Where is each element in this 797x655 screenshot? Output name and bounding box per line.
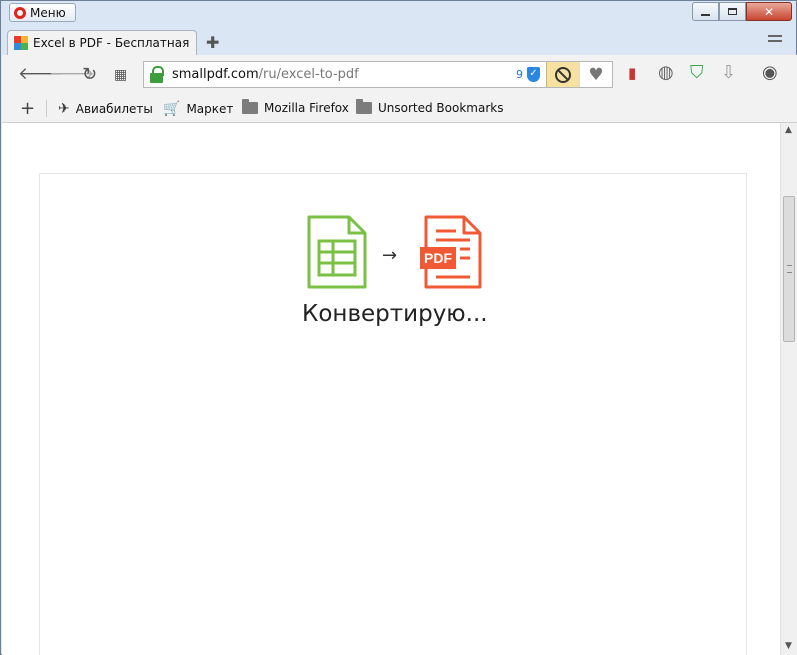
scroll-down-arrow-icon[interactable]: ▼ [785,641,792,651]
speed-dial-grid-icon[interactable]: ▦ [114,68,127,82]
bookmarks-separator [46,100,47,117]
navigation-toolbar: 🡐 🡒 ↻ ▦ smallpdf.com/ru/excel-to-pdf 9 ✓… [2,55,797,95]
folder-icon [356,99,372,114]
vertical-scrollbar[interactable]: ▲ ▼ [780,123,797,655]
bookmark-label: Unsorted Bookmarks [378,101,504,115]
tab-strip: Excel в PDF - Бесплатная ✚ [1,29,797,55]
right-arrow-icon: → [382,245,398,266]
bookmark-aviabilety[interactable]: ✈ Авиабилеты [58,101,153,117]
minimize-icon [701,13,710,16]
title-bar: Меню ✕ [1,1,797,29]
heart-icon: ♥ [588,64,604,85]
shield-check-extension-icon[interactable]: ⛉ [690,64,704,82]
tab-menu-icon[interactable] [768,35,782,47]
download-arrow-extension-icon[interactable]: ⇩ [721,64,736,82]
notebook-extension-icon[interactable]: ▮ [628,66,636,81]
tab-excel-to-pdf[interactable]: Excel в PDF - Бесплатная [7,30,197,55]
menu-label: Меню [30,5,66,20]
browser-window: Меню ✕ Excel в PDF - Бесплатная ✚ 🡐 🡒 ↻ … [0,0,797,655]
cart-icon: 🛒 [163,101,181,117]
pdf-file-icon: PDF [420,215,482,289]
bookmark-label: Авиабилеты [75,102,153,116]
converting-status-text: Конвертирую... [302,301,488,327]
new-tab-plus-icon[interactable]: ✚ [206,33,219,52]
url-path: /ru/excel-to-pdf [258,67,359,82]
minimize-button[interactable] [692,2,719,21]
lock-icon [150,66,164,83]
blue-shield-icon[interactable]: ✓ [527,67,540,82]
globe-extension-icon[interactable]: ◍ [658,64,674,82]
scrollbar-thumb[interactable] [783,196,795,342]
add-bookmark-plus-icon[interactable]: + [20,98,35,119]
tracker-count-badge: 9 [516,68,523,81]
bookmark-label: Маркет [186,102,234,116]
smallpdf-favicon-icon [14,36,28,50]
block-icon [555,66,571,83]
bookmark-folder-mozilla-firefox[interactable]: Mozilla Firefox [242,99,349,115]
maximize-button[interactable] [719,2,746,21]
bookmarks-bar: + ✈ Авиабилеты 🛒 Маркет Mozilla Firefox … [2,95,797,123]
pdf-label: PDF [424,250,452,266]
folder-icon [242,99,258,114]
window-controls: ✕ [692,2,792,21]
opera-menu-button[interactable]: Меню [9,3,76,22]
tab-title: Excel в PDF - Бесплатная [33,36,190,50]
excel-file-icon [307,215,367,289]
scroll-up-arrow-icon[interactable]: ▲ [785,125,792,135]
maximize-icon [728,8,737,15]
download-manager-icon[interactable]: ◉ [762,64,778,82]
page-content: → PDF Конвертирую... ▲ ▼ [2,123,797,655]
close-icon: ✕ [763,4,775,19]
reload-icon[interactable]: ↻ [82,66,97,84]
opera-logo-icon [14,6,26,19]
bookmark-folder-unsorted[interactable]: Unsorted Bookmarks [356,99,504,115]
plane-icon: ✈ [58,101,70,117]
address-bar[interactable]: smallpdf.com/ru/excel-to-pdf 9 ✓ ♥ [143,61,613,88]
bookmark-label: Mozilla Firefox [264,101,349,115]
bookmark-heart-button[interactable]: ♥ [579,62,612,87]
url-host: smallpdf.com [172,67,259,82]
url-text[interactable]: smallpdf.com/ru/excel-to-pdf [172,67,516,82]
close-button[interactable]: ✕ [746,2,792,21]
bookmark-market[interactable]: 🛒 Маркет [163,101,233,117]
ad-block-button[interactable] [546,62,579,87]
